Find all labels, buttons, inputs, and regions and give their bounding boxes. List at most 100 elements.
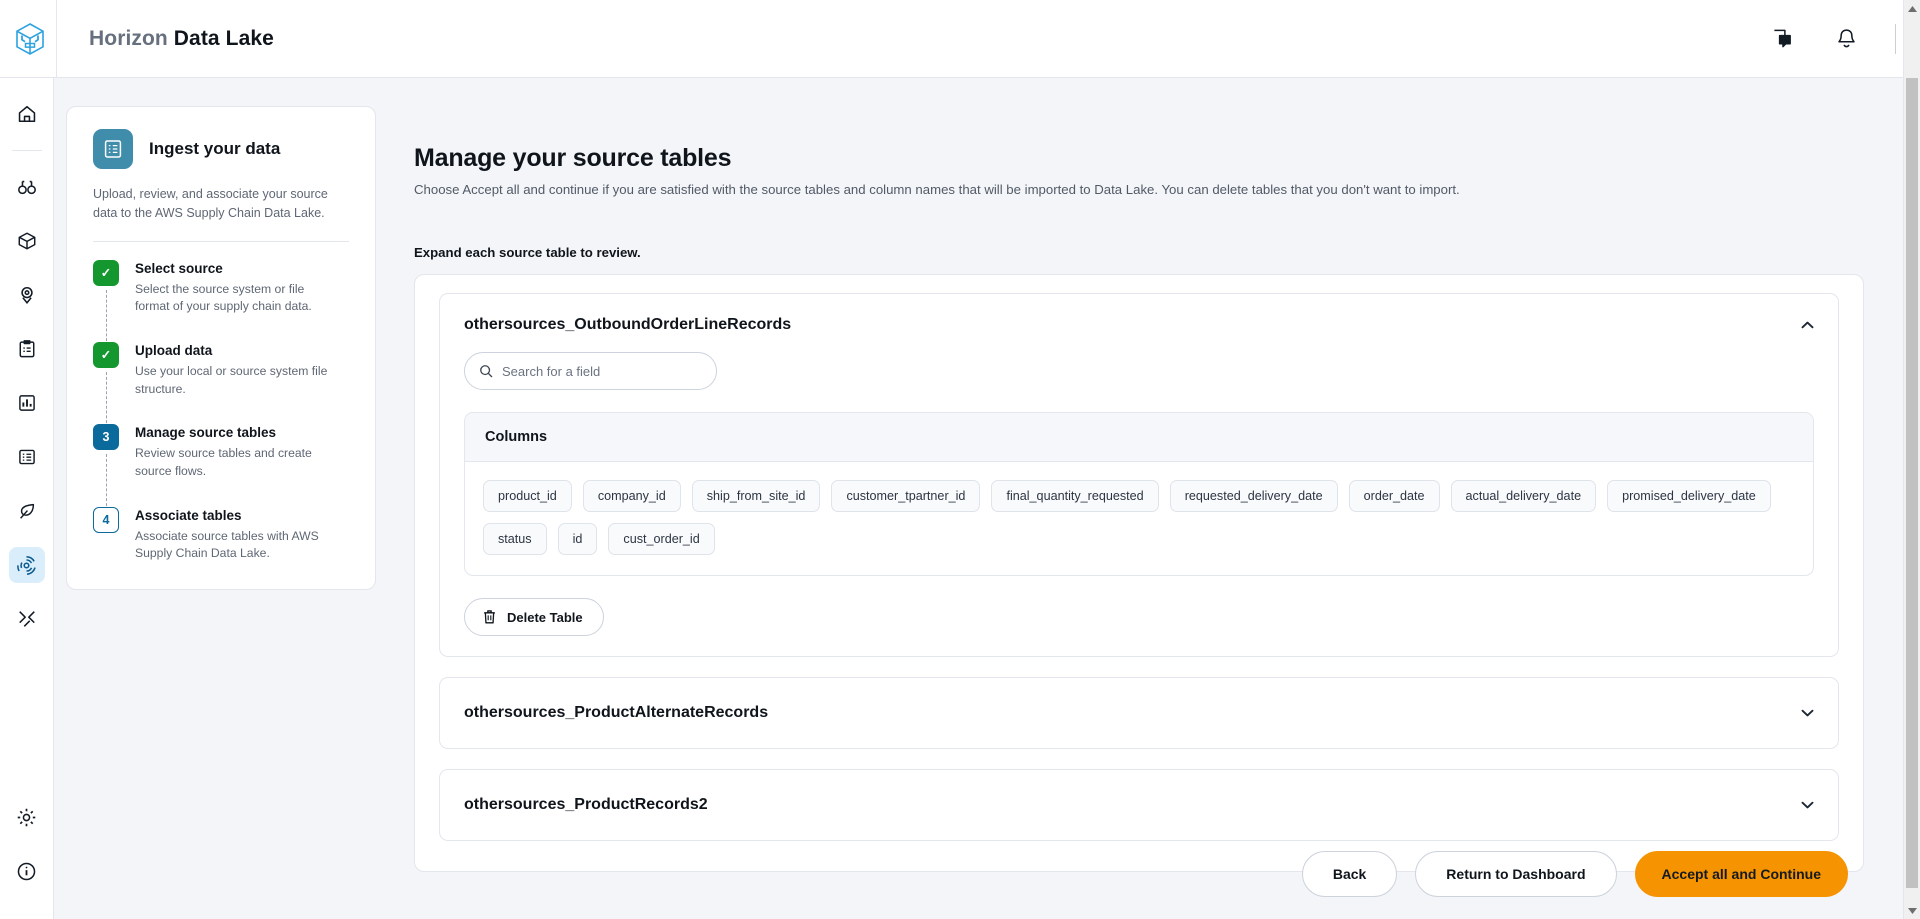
column-chip[interactable]: order_date xyxy=(1349,480,1440,512)
accept-all-and-continue-button[interactable]: Accept all and Continue xyxy=(1635,851,1848,897)
column-chip[interactable]: promised_delivery_date xyxy=(1607,480,1771,512)
step-badge: ✓ xyxy=(93,342,119,368)
step-badge: 3 xyxy=(93,424,119,450)
wizard-title: Ingest your data xyxy=(149,139,280,159)
source-tables-panel: othersources_OutboundOrderLineRecords xyxy=(414,274,1864,872)
chevron-down-icon[interactable] xyxy=(1801,801,1814,809)
wizard-step-manage-source-tables[interactable]: 3 Manage source tables Review source tab… xyxy=(93,424,349,506)
gear-icon[interactable] xyxy=(9,799,45,835)
ingest-wizard-card: Ingest your data Upload, review, and ass… xyxy=(66,106,376,590)
field-search-box[interactable] xyxy=(464,352,717,390)
column-chip[interactable]: ship_from_site_id xyxy=(692,480,821,512)
sidebar-item-insights[interactable] xyxy=(9,169,45,205)
search-icon xyxy=(479,364,493,378)
wizard-steps: ✓ Select source Select the source system… xyxy=(93,246,349,564)
chat-icon[interactable] xyxy=(1765,22,1799,56)
step-connector xyxy=(106,290,107,346)
chevron-down-icon[interactable] xyxy=(1801,709,1814,717)
wizard-step-upload-data[interactable]: ✓ Upload data Use your local or source s… xyxy=(93,342,349,424)
column-chip-list: product_id company_id ship_from_site_id … xyxy=(465,462,1813,575)
sidebar-item-connect[interactable] xyxy=(9,601,45,637)
return-to-dashboard-button[interactable]: Return to Dashboard xyxy=(1415,851,1616,897)
document-list-icon xyxy=(93,129,133,169)
scroll-down-arrow-icon[interactable] xyxy=(1904,902,1920,919)
delete-table-button[interactable]: Delete Table xyxy=(464,598,604,636)
source-table-header[interactable]: othersources_ProductRecords2 xyxy=(440,770,1838,840)
sidebar-item-home[interactable] xyxy=(9,96,45,132)
column-chip[interactable]: customer_tpartner_id xyxy=(831,480,980,512)
step-text: Associate tables Associate source tables… xyxy=(135,507,335,563)
step-badge: 4 xyxy=(93,507,119,533)
sidebar-item-inventory[interactable] xyxy=(9,223,45,259)
page-title-brand: Horizon Data Lake xyxy=(89,27,274,51)
delete-table-label: Delete Table xyxy=(507,610,583,625)
sidebar-item-network[interactable] xyxy=(9,277,45,313)
step-description: Use your local or source system file str… xyxy=(135,363,335,398)
step-title: Associate tables xyxy=(135,508,335,523)
source-table-card-collapsed: othersources_ProductRecords2 xyxy=(439,769,1839,841)
columns-header: Columns xyxy=(465,413,1813,462)
main-inner: Manage your source tables Choose Accept … xyxy=(384,78,1920,872)
wizard-step-select-source[interactable]: ✓ Select source Select the source system… xyxy=(93,260,349,342)
step-connector xyxy=(106,372,107,428)
columns-box: Columns product_id company_id ship_from_… xyxy=(464,412,1814,576)
left-nav-rail xyxy=(0,78,54,919)
source-table-header[interactable]: othersources_OutboundOrderLineRecords xyxy=(440,294,1838,352)
step-text: Select source Select the source system o… xyxy=(135,260,335,316)
step-title: Select source xyxy=(135,261,335,276)
sidebar-item-demand[interactable] xyxy=(9,385,45,421)
top-bar: Horizon Data Lake xyxy=(0,0,1920,78)
source-table-card-expanded: othersources_OutboundOrderLineRecords xyxy=(439,293,1839,657)
column-chip[interactable]: status xyxy=(483,523,547,555)
column-chip[interactable]: actual_delivery_date xyxy=(1451,480,1597,512)
page-scrollbar[interactable] xyxy=(1903,0,1920,919)
cube-logo-icon[interactable] xyxy=(4,0,56,78)
column-chip[interactable]: final_quantity_requested xyxy=(991,480,1158,512)
source-table-name: othersources_ProductRecords2 xyxy=(464,796,708,814)
step-connector xyxy=(106,454,107,510)
step-description: Review source tables and create source f… xyxy=(135,445,335,480)
source-table-name: othersources_OutboundOrderLineRecords xyxy=(464,316,791,334)
back-button[interactable]: Back xyxy=(1302,851,1397,897)
app-root: Horizon Data Lake xyxy=(0,0,1920,919)
main-content: Manage your source tables Choose Accept … xyxy=(384,78,1920,919)
column-chip[interactable]: cust_order_id xyxy=(608,523,714,555)
sidebar-item-data-lake[interactable] xyxy=(9,547,45,583)
wizard-header: Ingest your data xyxy=(93,129,349,169)
step-title: Upload data xyxy=(135,343,335,358)
topbar-logo-divider xyxy=(56,0,57,78)
info-icon[interactable] xyxy=(9,853,45,889)
source-table-card-collapsed: othersources_ProductAlternateRecords xyxy=(439,677,1839,749)
topbar-separator xyxy=(1895,24,1896,54)
wizard-step-associate-tables[interactable]: 4 Associate tables Associate source tabl… xyxy=(93,507,349,563)
scrollbar-track[interactable] xyxy=(1904,17,1920,902)
step-text: Upload data Use your local or source sys… xyxy=(135,342,335,398)
search-input[interactable] xyxy=(502,364,702,379)
step-description: Associate source tables with AWS Supply … xyxy=(135,528,335,563)
sidebar-item-orders[interactable] xyxy=(9,439,45,475)
chevron-up-icon[interactable] xyxy=(1801,321,1814,329)
expand-hint: Expand each source table to review. xyxy=(414,245,1864,260)
body-row: Ingest your data Upload, review, and ass… xyxy=(0,78,1920,919)
page-description: Choose Accept all and continue if you ar… xyxy=(414,182,1864,197)
sidebar-item-sustainability[interactable] xyxy=(9,493,45,529)
wizard-column: Ingest your data Upload, review, and ass… xyxy=(54,78,384,919)
wizard-description: Upload, review, and associate your sourc… xyxy=(93,185,349,223)
step-text: Manage source tables Review source table… xyxy=(135,424,335,480)
source-table-name: othersources_ProductAlternateRecords xyxy=(464,704,768,722)
wizard-divider xyxy=(93,241,349,242)
column-chip[interactable]: id xyxy=(558,523,598,555)
source-table-header[interactable]: othersources_ProductAlternateRecords xyxy=(440,678,1838,748)
footer-actions: Back Return to Dashboard Accept all and … xyxy=(1302,851,1848,897)
brand-name-bold: Data Lake xyxy=(174,27,274,50)
column-chip[interactable]: company_id xyxy=(583,480,681,512)
bell-icon[interactable] xyxy=(1829,22,1863,56)
sidebar-item-planning[interactable] xyxy=(9,331,45,367)
column-chip[interactable]: requested_delivery_date xyxy=(1170,480,1338,512)
scrollbar-thumb[interactable] xyxy=(1906,78,1918,888)
column-chip[interactable]: product_id xyxy=(483,480,572,512)
step-description: Select the source system or file format … xyxy=(135,281,335,316)
brand-name-light: Horizon xyxy=(89,27,168,50)
scroll-up-arrow-icon[interactable] xyxy=(1904,0,1920,17)
source-table-body: Columns product_id company_id ship_from_… xyxy=(440,352,1838,656)
